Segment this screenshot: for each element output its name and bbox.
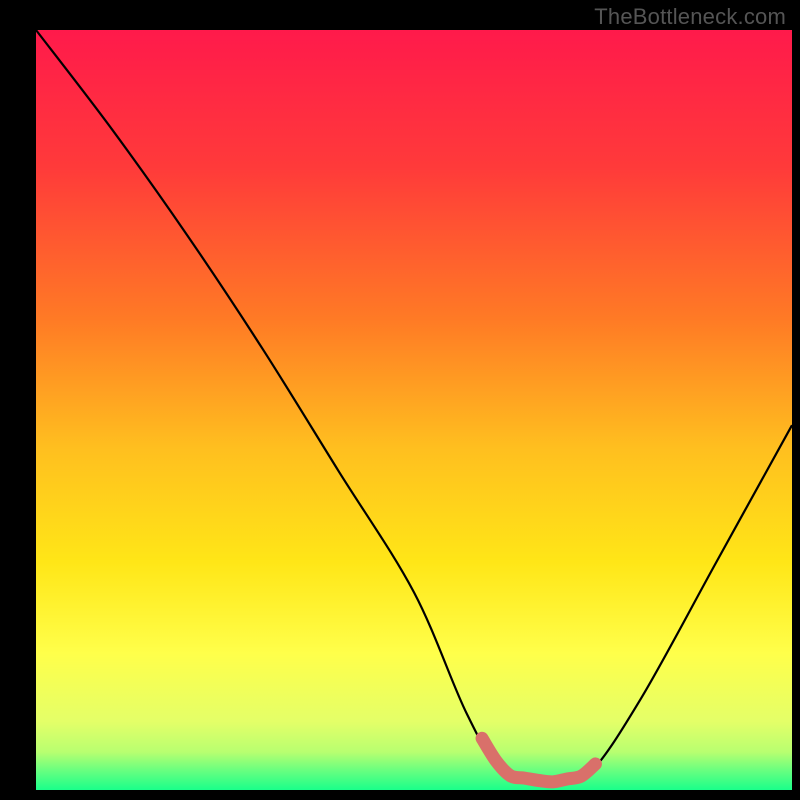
chart-frame: TheBottleneck.com xyxy=(0,0,800,800)
bottleneck-chart xyxy=(0,0,800,800)
gradient-background xyxy=(36,30,792,790)
